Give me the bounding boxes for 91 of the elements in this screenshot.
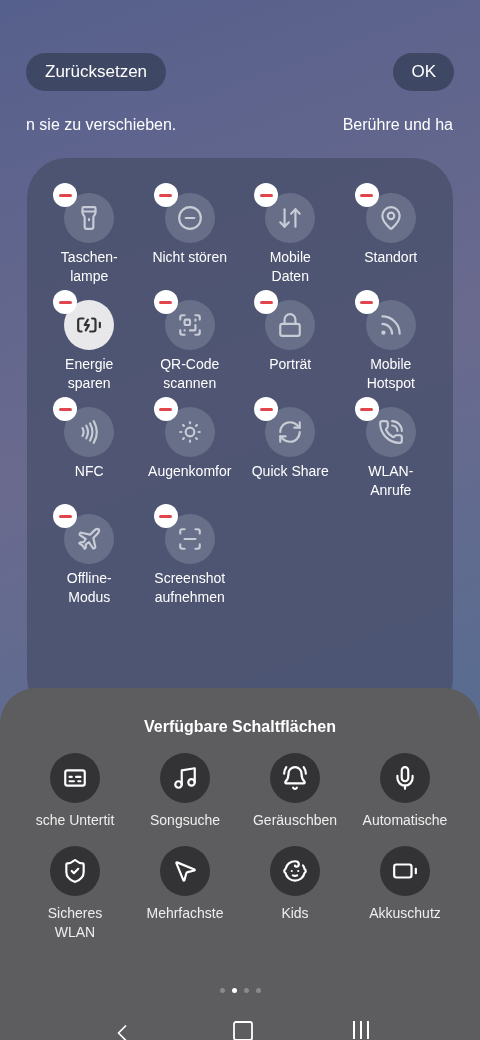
tile-label: Standort xyxy=(364,248,418,267)
minus-icon xyxy=(58,514,72,518)
available-button[interactable] xyxy=(270,846,320,896)
button-label: Geräuschben xyxy=(252,811,338,830)
minus-icon xyxy=(259,407,273,411)
button-label: Kids xyxy=(281,904,309,923)
remove-badge[interactable] xyxy=(153,183,178,207)
remove-badge[interactable] xyxy=(354,290,379,314)
button-label: Automatische xyxy=(362,811,448,830)
available-button[interactable] xyxy=(380,846,430,896)
tile-label: Mobile Hotspot xyxy=(366,355,415,393)
remove-badge[interactable] xyxy=(254,290,279,314)
minus-icon xyxy=(259,193,273,197)
remove-badge[interactable] xyxy=(254,397,279,421)
tile-label: Energie sparen xyxy=(65,355,114,393)
baby-face-icon xyxy=(282,858,308,884)
tile-button[interactable] xyxy=(365,407,416,457)
reset-button[interactable]: Zurücksetzen xyxy=(26,53,167,91)
tile-label: Augenkomfor xyxy=(148,462,232,481)
available-button[interactable] xyxy=(160,846,210,896)
tile-button[interactable] xyxy=(164,300,215,350)
tile-label: Mobile Daten xyxy=(269,248,311,286)
remove-badge[interactable] xyxy=(354,183,379,207)
remove-badge[interactable] xyxy=(53,504,78,528)
minus-icon xyxy=(58,193,72,197)
airplane-icon xyxy=(76,526,103,552)
available-button[interactable] xyxy=(50,753,100,803)
sun-icon xyxy=(176,419,203,445)
tile-button[interactable] xyxy=(365,193,416,243)
tile-label: Screenshot aufnehmen xyxy=(154,569,226,607)
qr-code-scan-icon xyxy=(176,312,203,338)
tile-label: Offline- Modus xyxy=(66,569,112,607)
tile-button[interactable] xyxy=(265,193,316,243)
minus-icon xyxy=(159,514,173,518)
tile-button[interactable] xyxy=(164,514,215,564)
hint-text: Berühre und ha xyxy=(342,115,453,135)
button-label: Mehrfachste xyxy=(146,904,224,923)
tile-button[interactable] xyxy=(164,407,215,457)
tile-label: NFC xyxy=(74,462,104,481)
remove-badge[interactable] xyxy=(354,397,379,421)
up-down-arrows-icon xyxy=(277,205,304,231)
minus-circle-icon xyxy=(176,205,203,231)
available-button[interactable] xyxy=(380,753,430,803)
remove-badge[interactable] xyxy=(53,290,78,314)
remove-badge[interactable] xyxy=(53,397,78,421)
tile-button[interactable] xyxy=(64,407,115,457)
minus-icon xyxy=(58,300,72,304)
bell-ringing-icon xyxy=(282,765,308,791)
button-label: Sicheres WLAN xyxy=(47,904,103,942)
phone-wifi-icon xyxy=(377,419,404,445)
minus-icon xyxy=(360,300,374,304)
remove-badge[interactable] xyxy=(53,183,78,207)
music-note-icon xyxy=(172,765,198,791)
remove-badge[interactable] xyxy=(153,397,178,421)
remove-badge[interactable] xyxy=(153,504,178,528)
tile-label: Nicht stören xyxy=(152,248,228,267)
remove-badge[interactable] xyxy=(153,290,178,314)
tile-button[interactable] xyxy=(64,514,115,564)
remove-badge[interactable] xyxy=(254,183,279,207)
tile-label: Quick Share xyxy=(251,462,329,481)
sheet-title: Verfügbare Schaltflächen xyxy=(143,717,337,737)
tile-button[interactable] xyxy=(265,300,316,350)
tile-button[interactable] xyxy=(265,407,316,457)
available-button[interactable] xyxy=(270,753,320,803)
tile-label: Taschen- lampe xyxy=(60,248,118,286)
minus-icon xyxy=(360,407,374,411)
hint-text: n sie zu verschieben. xyxy=(26,115,177,135)
minus-icon xyxy=(360,193,374,197)
circular-arrows-icon xyxy=(277,419,304,445)
button-label: Songsuche xyxy=(149,811,221,830)
lock-icon xyxy=(277,312,304,338)
cursor-icon xyxy=(172,858,198,884)
available-button[interactable] xyxy=(160,753,210,803)
minus-icon xyxy=(159,407,173,411)
minus-icon xyxy=(159,193,173,197)
tile-button[interactable] xyxy=(64,300,115,350)
tile-label: WLAN- Anrufe xyxy=(368,462,414,500)
minus-icon xyxy=(58,407,72,411)
minus-icon xyxy=(159,300,173,304)
screenshot-frame-icon xyxy=(176,526,203,552)
tile-button[interactable] xyxy=(64,193,115,243)
tile-label: Porträt xyxy=(269,355,312,374)
button-label: sche Untertit xyxy=(35,811,115,830)
tile-label: QR-Code scannen xyxy=(160,355,220,393)
ok-button[interactable]: OK xyxy=(393,53,454,91)
available-button[interactable] xyxy=(50,846,100,896)
minus-icon xyxy=(259,300,273,304)
tile-button[interactable] xyxy=(164,193,215,243)
home-icon[interactable] xyxy=(231,1019,255,1040)
tile-button[interactable] xyxy=(365,300,416,350)
button-label: Akkuschutz xyxy=(369,904,441,923)
